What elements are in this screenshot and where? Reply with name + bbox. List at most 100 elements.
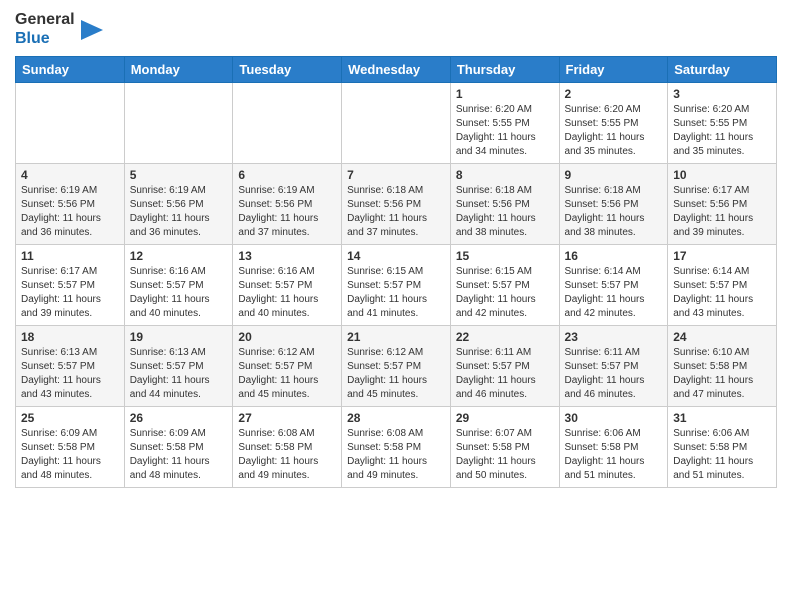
weekday-monday: Monday bbox=[124, 57, 233, 83]
logo: General Blue bbox=[15, 10, 103, 48]
weekday-sunday: Sunday bbox=[16, 57, 125, 83]
day-info: Sunrise: 6:12 AMSunset: 5:57 PMDaylight:… bbox=[238, 346, 336, 402]
day-cell: 1 Sunrise: 6:20 AMSunset: 5:55 PMDaylight… bbox=[450, 83, 559, 164]
weekday-header-row: SundayMondayTuesdayWednesdayThursdayFrid… bbox=[16, 57, 777, 83]
week-row-5: 25Sunrise: 6:09 AMSunset: 5:58 PMDayligh… bbox=[16, 407, 777, 488]
week-row-2: 4 Sunrise: 6:19 AMSunset: 5:56 PMDaylight… bbox=[16, 164, 777, 245]
day-number: 13 bbox=[238, 249, 336, 263]
day-number: 21 bbox=[347, 330, 445, 344]
day-info: Sunrise: 6:11 AMSunset: 5:57 PMDaylight:… bbox=[456, 346, 554, 402]
day-info: Sunrise: 6:19 AMSunset: 5:56 PMDaylight:… bbox=[238, 184, 336, 240]
day-cell: 31 Sunrise: 6:06 AMSunset: 5:58 PMDayligh… bbox=[668, 407, 777, 488]
day-info: Sunrise: 6:17 AMSunset: 5:56 PMDaylight:… bbox=[673, 184, 771, 240]
day-number: 7 bbox=[347, 168, 445, 182]
day-cell: 28 Sunrise: 6:08 AMSunset: 5:58 PMDayligh… bbox=[342, 407, 451, 488]
day-number: 28 bbox=[347, 411, 445, 425]
week-row-3: 11 Sunrise: 6:17 AMSunset: 5:57 PMDayligh… bbox=[16, 245, 777, 326]
day-info: Sunrise: 6:17 AMSunset: 5:57 PMDaylight:… bbox=[21, 265, 119, 321]
day-cell: 21 Sunrise: 6:12 AMSunset: 5:57 PMDayligh… bbox=[342, 326, 451, 407]
day-cell: 24 Sunrise: 6:10 AMSunset: 5:58 PMDayligh… bbox=[668, 326, 777, 407]
day-cell: 22 Sunrise: 6:11 AMSunset: 5:57 PMDayligh… bbox=[450, 326, 559, 407]
day-info: Sunrise: 6:20 AMSunset: 5:55 PMDaylight:… bbox=[565, 103, 663, 159]
day-info: Sunrise: 6:20 AMSunset: 5:55 PMDaylight:… bbox=[456, 103, 554, 159]
day-info: Sunrise: 6:18 AMSunset: 5:56 PMDaylight:… bbox=[347, 184, 445, 240]
day-info: Sunrise: 6:15 AMSunset: 5:57 PMDaylight:… bbox=[347, 265, 445, 321]
day-cell bbox=[16, 83, 125, 164]
day-cell: 4 Sunrise: 6:19 AMSunset: 5:56 PMDaylight… bbox=[16, 164, 125, 245]
day-info: Sunrise: 6:16 AMSunset: 5:57 PMDaylight:… bbox=[130, 265, 228, 321]
day-number: 29 bbox=[456, 411, 554, 425]
day-cell: 16Sunrise: 6:14 AMSunset: 5:57 PMDayligh… bbox=[559, 245, 668, 326]
day-number: 26 bbox=[130, 411, 228, 425]
day-info: Sunrise: 6:15 AMSunset: 5:57 PMDaylight:… bbox=[456, 265, 554, 321]
day-info: Sunrise: 6:14 AMSunset: 5:57 PMDaylight:… bbox=[673, 265, 771, 321]
calendar: SundayMondayTuesdayWednesdayThursdayFrid… bbox=[15, 56, 777, 488]
day-cell: 13 Sunrise: 6:16 AMSunset: 5:57 PMDayligh… bbox=[233, 245, 342, 326]
day-cell: 23 Sunrise: 6:11 AMSunset: 5:57 PMDayligh… bbox=[559, 326, 668, 407]
day-number: 6 bbox=[238, 168, 336, 182]
day-cell: 30 Sunrise: 6:06 AMSunset: 5:58 PMDayligh… bbox=[559, 407, 668, 488]
day-number: 20 bbox=[238, 330, 336, 344]
day-info: Sunrise: 6:18 AMSunset: 5:56 PMDaylight:… bbox=[456, 184, 554, 240]
day-number: 11 bbox=[21, 249, 119, 263]
day-number: 9 bbox=[565, 168, 663, 182]
day-cell: 7 Sunrise: 6:18 AMSunset: 5:56 PMDaylight… bbox=[342, 164, 451, 245]
day-info: Sunrise: 6:11 AMSunset: 5:57 PMDaylight:… bbox=[565, 346, 663, 402]
day-number: 24 bbox=[673, 330, 771, 344]
day-info: Sunrise: 6:09 AMSunset: 5:58 PMDaylight:… bbox=[130, 427, 228, 483]
day-number: 2 bbox=[565, 87, 663, 101]
weekday-thursday: Thursday bbox=[450, 57, 559, 83]
day-number: 12 bbox=[130, 249, 228, 263]
day-number: 5 bbox=[130, 168, 228, 182]
day-info: Sunrise: 6:06 AMSunset: 5:58 PMDaylight:… bbox=[673, 427, 771, 483]
day-info: Sunrise: 6:19 AMSunset: 5:56 PMDaylight:… bbox=[130, 184, 228, 240]
logo-blue: Blue bbox=[15, 29, 75, 48]
day-cell bbox=[233, 83, 342, 164]
day-info: Sunrise: 6:08 AMSunset: 5:58 PMDaylight:… bbox=[238, 427, 336, 483]
day-info: Sunrise: 6:12 AMSunset: 5:57 PMDaylight:… bbox=[347, 346, 445, 402]
day-info: Sunrise: 6:18 AMSunset: 5:56 PMDaylight:… bbox=[565, 184, 663, 240]
day-info: Sunrise: 6:13 AMSunset: 5:57 PMDaylight:… bbox=[21, 346, 119, 402]
day-number: 19 bbox=[130, 330, 228, 344]
day-number: 3 bbox=[673, 87, 771, 101]
day-info: Sunrise: 6:16 AMSunset: 5:57 PMDaylight:… bbox=[238, 265, 336, 321]
day-cell: 26 Sunrise: 6:09 AMSunset: 5:58 PMDayligh… bbox=[124, 407, 233, 488]
day-cell: 10 Sunrise: 6:17 AMSunset: 5:56 PMDayligh… bbox=[668, 164, 777, 245]
day-cell: 11 Sunrise: 6:17 AMSunset: 5:57 PMDayligh… bbox=[16, 245, 125, 326]
weekday-tuesday: Tuesday bbox=[233, 57, 342, 83]
week-row-4: 18Sunrise: 6:13 AMSunset: 5:57 PMDayligh… bbox=[16, 326, 777, 407]
day-number: 14 bbox=[347, 249, 445, 263]
weekday-friday: Friday bbox=[559, 57, 668, 83]
day-info: Sunrise: 6:10 AMSunset: 5:58 PMDaylight:… bbox=[673, 346, 771, 402]
day-number: 10 bbox=[673, 168, 771, 182]
day-cell: 25Sunrise: 6:09 AMSunset: 5:58 PMDayligh… bbox=[16, 407, 125, 488]
day-number: 22 bbox=[456, 330, 554, 344]
day-cell: 2 Sunrise: 6:20 AMSunset: 5:55 PMDaylight… bbox=[559, 83, 668, 164]
day-info: Sunrise: 6:07 AMSunset: 5:58 PMDaylight:… bbox=[456, 427, 554, 483]
day-number: 23 bbox=[565, 330, 663, 344]
day-info: Sunrise: 6:06 AMSunset: 5:58 PMDaylight:… bbox=[565, 427, 663, 483]
day-number: 4 bbox=[21, 168, 119, 182]
week-row-1: 1 Sunrise: 6:20 AMSunset: 5:55 PMDaylight… bbox=[16, 83, 777, 164]
day-cell: 3Sunrise: 6:20 AMSunset: 5:55 PMDaylight… bbox=[668, 83, 777, 164]
day-cell: 6 Sunrise: 6:19 AMSunset: 5:56 PMDaylight… bbox=[233, 164, 342, 245]
day-cell: 8Sunrise: 6:18 AMSunset: 5:56 PMDaylight… bbox=[450, 164, 559, 245]
day-cell bbox=[124, 83, 233, 164]
day-cell: 14 Sunrise: 6:15 AMSunset: 5:57 PMDayligh… bbox=[342, 245, 451, 326]
weekday-wednesday: Wednesday bbox=[342, 57, 451, 83]
day-number: 30 bbox=[565, 411, 663, 425]
day-info: Sunrise: 6:09 AMSunset: 5:58 PMDaylight:… bbox=[21, 427, 119, 483]
day-cell: 9 Sunrise: 6:18 AMSunset: 5:56 PMDaylight… bbox=[559, 164, 668, 245]
day-cell: 29 Sunrise: 6:07 AMSunset: 5:58 PMDayligh… bbox=[450, 407, 559, 488]
day-number: 31 bbox=[673, 411, 771, 425]
day-number: 15 bbox=[456, 249, 554, 263]
day-number: 17 bbox=[673, 249, 771, 263]
logo-triangle-icon bbox=[81, 16, 103, 44]
day-number: 1 bbox=[456, 87, 554, 101]
weekday-saturday: Saturday bbox=[668, 57, 777, 83]
day-info: Sunrise: 6:19 AMSunset: 5:56 PMDaylight:… bbox=[21, 184, 119, 240]
day-info: Sunrise: 6:08 AMSunset: 5:58 PMDaylight:… bbox=[347, 427, 445, 483]
day-cell: 19Sunrise: 6:13 AMSunset: 5:57 PMDayligh… bbox=[124, 326, 233, 407]
day-cell bbox=[342, 83, 451, 164]
day-info: Sunrise: 6:14 AMSunset: 5:57 PMDaylight:… bbox=[565, 265, 663, 321]
